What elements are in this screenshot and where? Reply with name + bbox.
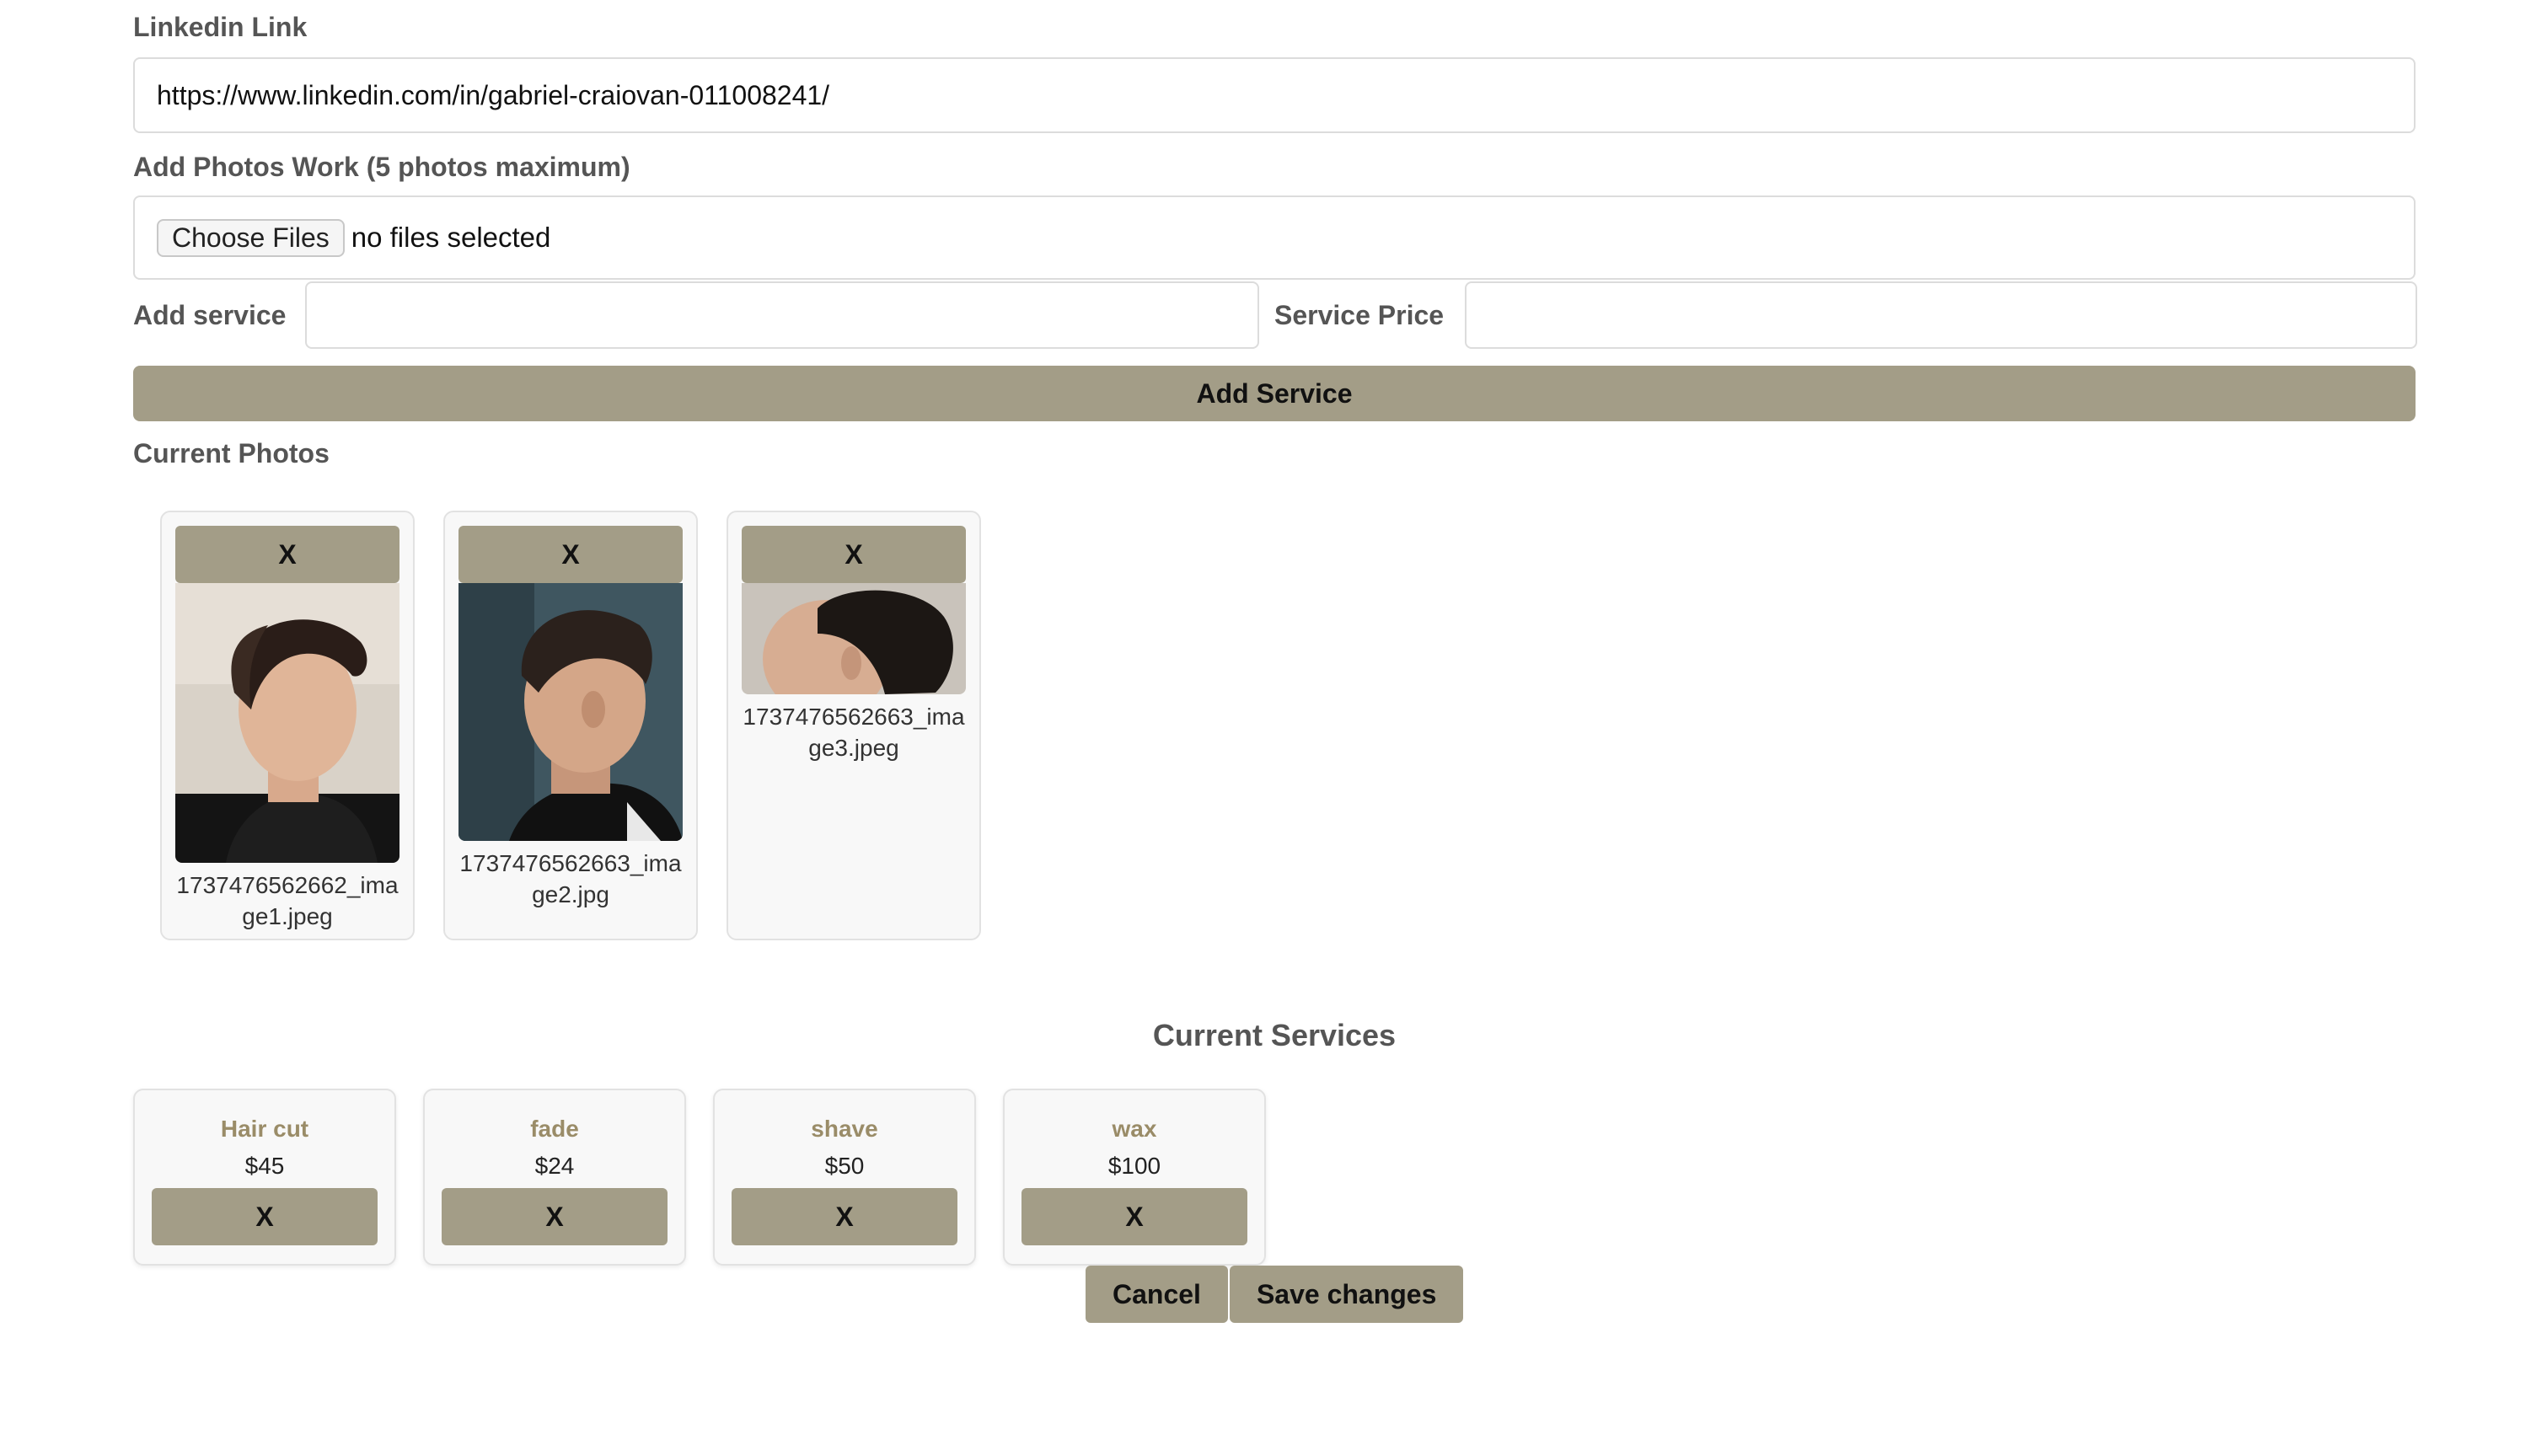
- linkedin-label: Linkedin Link: [133, 12, 308, 42]
- photo-card: X 1737476562662_image1.jpeg: [160, 511, 415, 940]
- service-name: fade: [530, 1116, 579, 1142]
- photo-thumbnail: [458, 583, 683, 841]
- add-service-label: Add service: [133, 300, 287, 330]
- save-changes-button[interactable]: Save changes: [1229, 1266, 1464, 1323]
- service-card: shave $50 X: [713, 1089, 976, 1266]
- choose-files-button[interactable]: Choose Files: [157, 218, 345, 257]
- photo-filename: 1737476562663_image3.jpeg: [743, 704, 965, 761]
- add-service-button[interactable]: Add Service: [133, 366, 2416, 421]
- services-list: Hair cut $45 X fade $24 X shave $50 X wa…: [133, 1089, 1266, 1266]
- linkedin-input[interactable]: [133, 57, 2416, 133]
- remove-service-button[interactable]: X: [152, 1188, 378, 1245]
- service-name: wax: [1112, 1116, 1157, 1142]
- photo-card: X 1737476562663_image2.jpg: [443, 511, 698, 940]
- service-name: shave: [811, 1116, 878, 1142]
- service-card: wax $100 X: [1003, 1089, 1266, 1266]
- service-name: Hair cut: [220, 1116, 309, 1142]
- remove-photo-button[interactable]: X: [742, 526, 966, 583]
- service-price: $24: [534, 1153, 575, 1179]
- photos-list: X 1737476562662_image1.jpeg X 1737476562…: [160, 511, 981, 940]
- photo-icon: [458, 583, 683, 841]
- photo-thumbnail: [742, 583, 966, 694]
- service-card: fade $24 X: [423, 1089, 686, 1266]
- remove-photo-button[interactable]: X: [458, 526, 683, 583]
- service-price-label: Service Price: [1274, 300, 1445, 330]
- service-card: Hair cut $45 X: [133, 1089, 396, 1266]
- photo-icon: [175, 583, 399, 863]
- service-price-input[interactable]: [1465, 281, 2417, 349]
- photo-thumbnail: [175, 583, 399, 863]
- photo-filename: 1737476562663_image2.jpg: [459, 850, 682, 907]
- cancel-button[interactable]: Cancel: [1086, 1266, 1228, 1323]
- photo-icon: [742, 583, 966, 694]
- form-actions: Cancel Save changes: [1086, 1266, 1464, 1323]
- remove-service-button[interactable]: X: [442, 1188, 668, 1245]
- add-photos-label: Add Photos Work (5 photos maximum): [133, 152, 630, 182]
- file-status-text: no files selected: [351, 222, 551, 253]
- service-price: $100: [1107, 1153, 1161, 1179]
- service-price: $50: [824, 1153, 865, 1179]
- service-price: $45: [244, 1153, 285, 1179]
- photo-card: X 1737476562663_image3.jpeg: [727, 511, 981, 940]
- remove-service-button[interactable]: X: [732, 1188, 957, 1245]
- current-services-title: Current Services: [1152, 1018, 1397, 1052]
- service-name-input[interactable]: [305, 281, 1259, 349]
- photo-filename: 1737476562662_image1.jpeg: [176, 872, 399, 929]
- remove-service-button[interactable]: X: [1021, 1188, 1247, 1245]
- remove-photo-button[interactable]: X: [175, 526, 399, 583]
- file-upload-field: Choose Files no files selected: [133, 195, 2416, 280]
- current-photos-title: Current Photos: [133, 438, 330, 468]
